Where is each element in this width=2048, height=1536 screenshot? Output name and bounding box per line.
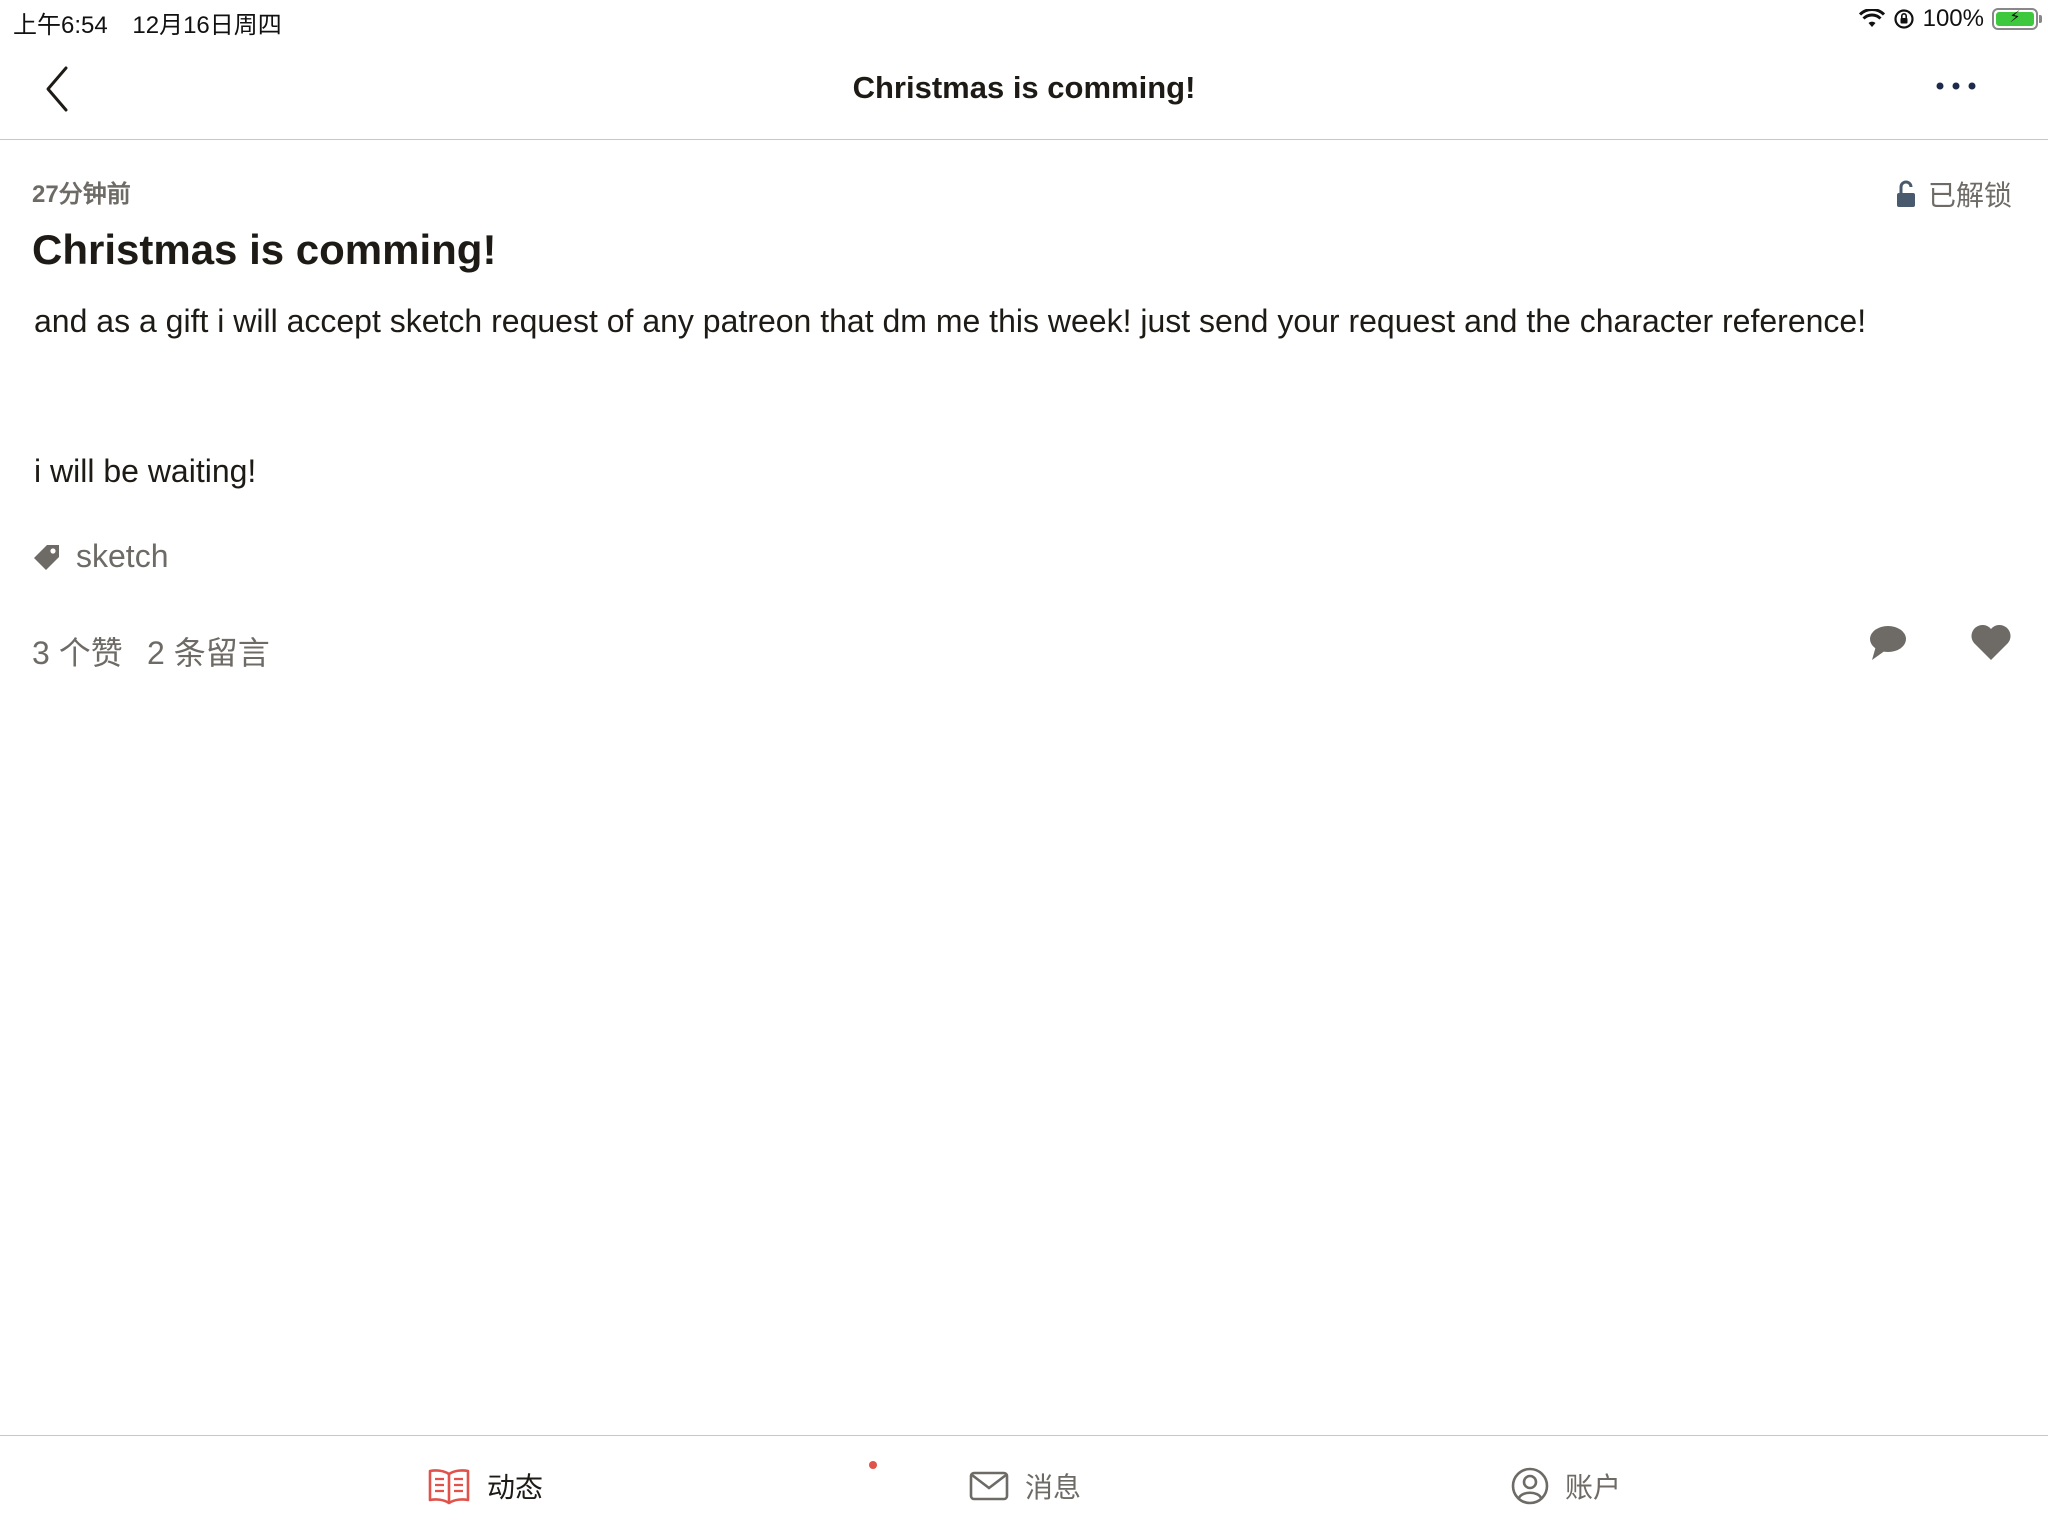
comment-bubble-icon[interactable] <box>1868 622 1908 662</box>
status-right: 100% ⚡ <box>1858 5 2042 33</box>
account-icon <box>1511 1467 1549 1505</box>
tab-feed[interactable]: 动态 <box>427 1466 543 1506</box>
tab-account[interactable]: 账户 <box>1511 1466 1621 1506</box>
post-body-paragraph: and as a gift i will accept sketch reque… <box>34 303 1867 339</box>
unlocked-padlock-icon <box>1896 180 1915 207</box>
tab-account-label: 账户 <box>1565 1472 1622 1503</box>
lock-status: 已解锁 <box>1896 174 2012 214</box>
tag-label[interactable]: sketch <box>76 538 168 575</box>
battery-percentage: 100% <box>1922 5 1984 32</box>
navigation-bar: Christmas is comming! <box>0 40 2048 140</box>
book-icon <box>428 1469 470 1505</box>
post-stats: 3 个赞 2 条留言 <box>32 624 2012 674</box>
mail-icon <box>969 1471 1009 1501</box>
comment-count[interactable]: 2 条留言 <box>147 628 270 674</box>
status-left: 上午6:54 12月16日周四 <box>13 5 300 40</box>
status-bar: 上午6:54 12月16日周四 100% ⚡ <box>0 0 2048 40</box>
status-date: 12月16日周四 <box>132 12 282 39</box>
lock-status-label: 已解锁 <box>1927 180 2012 211</box>
tab-bar: 动态 消息 账户 <box>0 1435 2048 1536</box>
heart-icon[interactable] <box>1970 622 2012 662</box>
tag-item[interactable]: sketch <box>32 538 168 575</box>
status-time: 上午6:54 <box>13 12 108 39</box>
post-body-paragraph: i will be waiting! <box>34 453 257 489</box>
post-body: and as a gift i will accept sketch reque… <box>34 296 2012 496</box>
post-time: 27分钟前 <box>32 181 131 208</box>
nav-title: Christmas is comming! <box>852 70 1196 105</box>
like-count[interactable]: 3 个赞 <box>32 628 123 674</box>
post-title: Christmas is comming! <box>32 226 497 273</box>
notification-dot <box>869 1461 877 1469</box>
battery-charging-icon: ⚡ <box>1992 8 2042 30</box>
tab-feed-label: 动态 <box>487 1472 544 1503</box>
tag-icon <box>34 544 59 570</box>
rotation-lock-icon <box>1894 9 1914 29</box>
tab-messages-label: 消息 <box>1025 1472 1082 1503</box>
tab-messages[interactable]: 消息 <box>969 1466 1081 1506</box>
post-detail-screen: 上午6:54 12月16日周四 100% ⚡ Christmas is comm… <box>0 0 2048 1536</box>
wifi-icon <box>1858 9 1885 27</box>
more-dots-icon[interactable] <box>1934 80 1978 92</box>
